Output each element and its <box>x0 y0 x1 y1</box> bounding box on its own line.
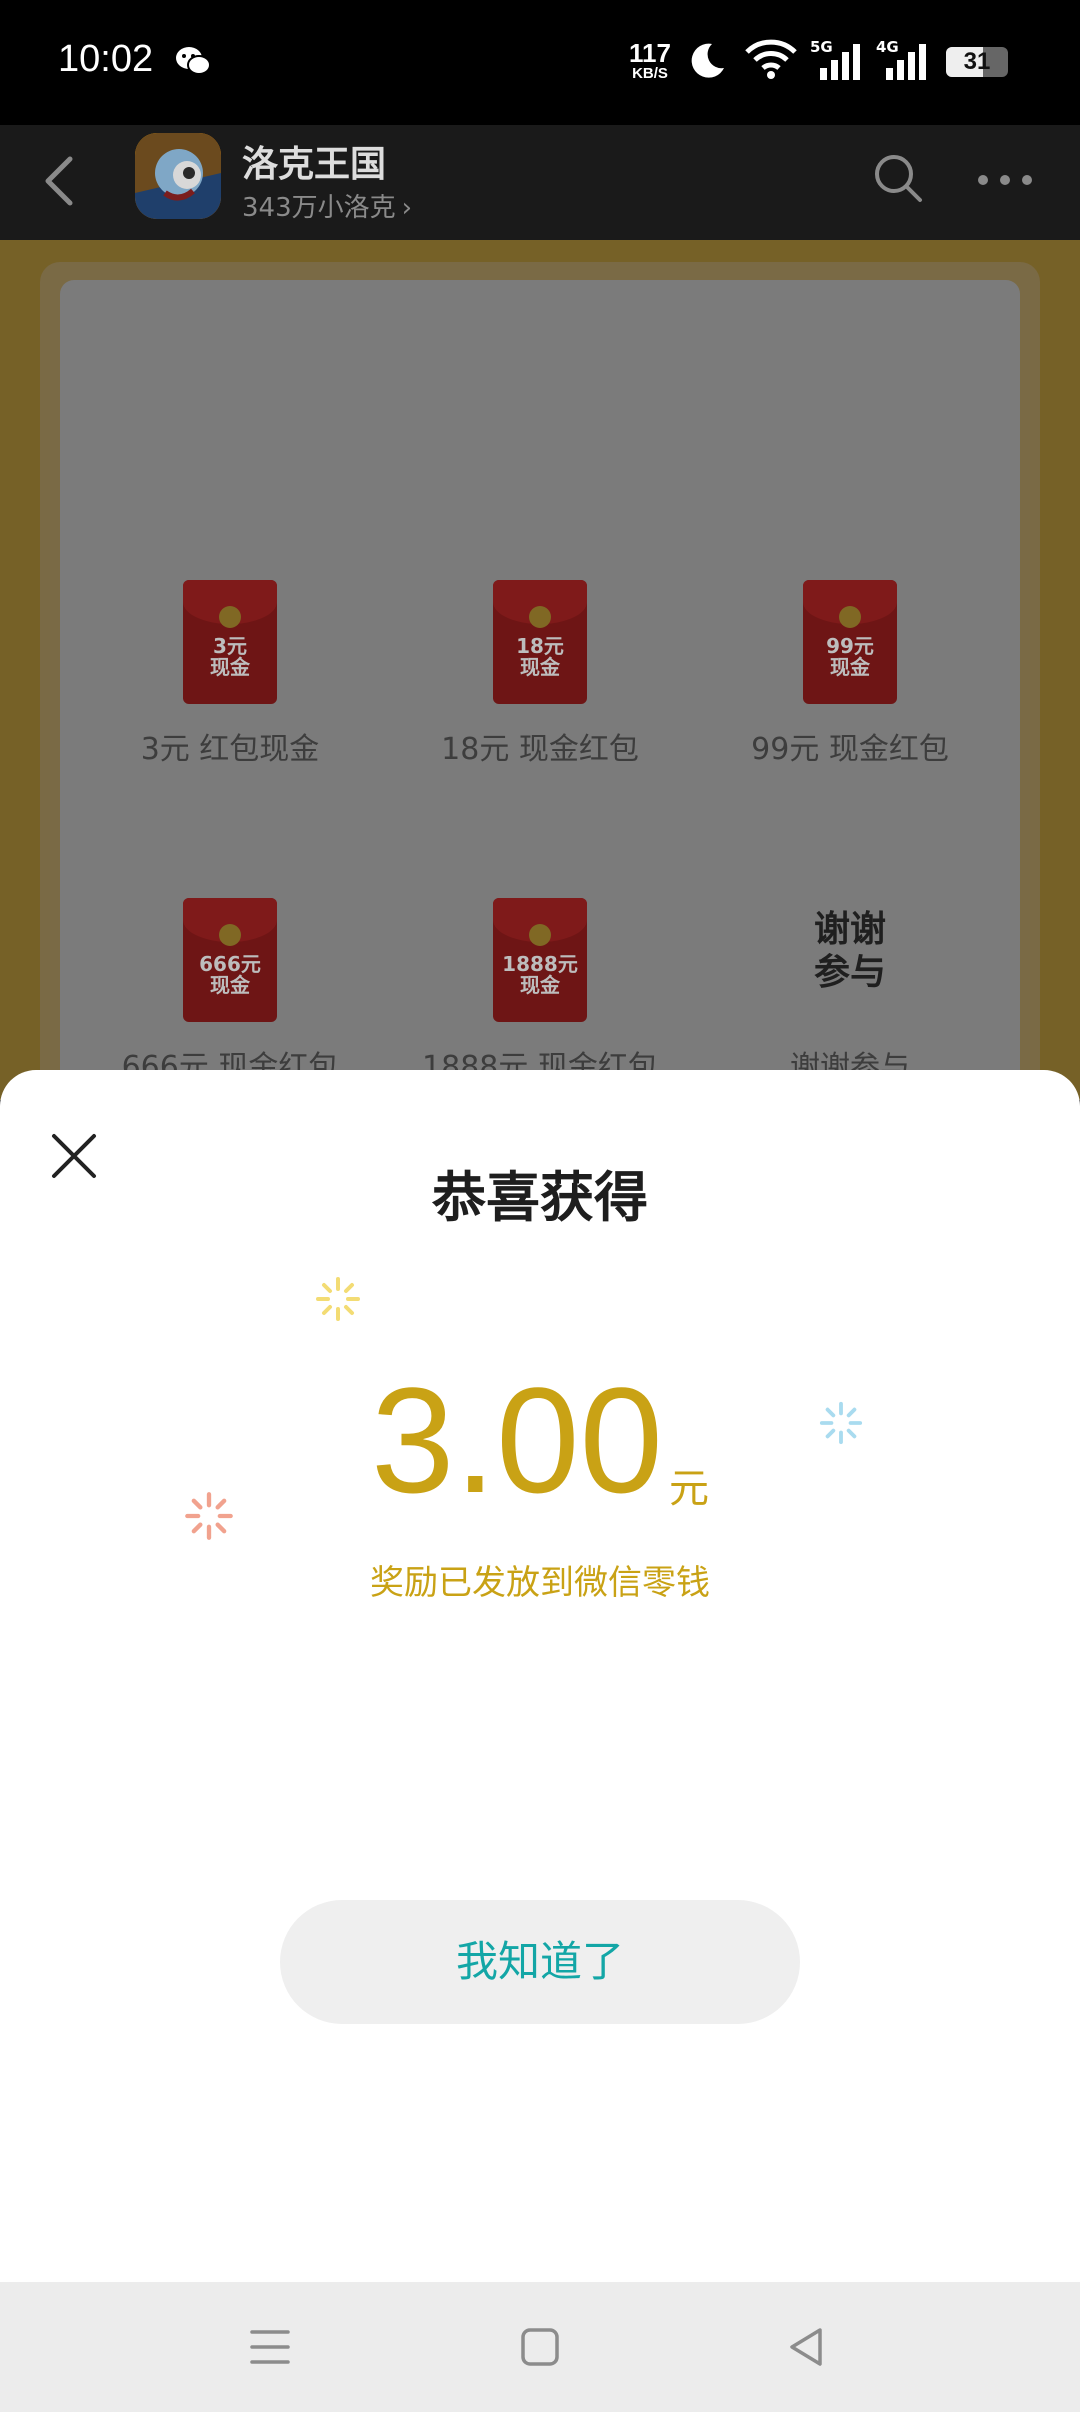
acknowledge-button[interactable]: 我知道了 <box>280 1900 800 2024</box>
more-options-icon[interactable] <box>975 170 1035 190</box>
prize-label: 3元 红包现金 <box>140 732 320 767</box>
menu-icon[interactable] <box>242 2322 298 2372</box>
red-envelope-icon: 1888元 现金 <box>493 898 587 1022</box>
prize-item: 666元 现金 666元 现金红包 <box>110 898 350 1086</box>
do-not-disturb-moon-icon <box>691 43 724 78</box>
prize-item: 3元 现金 3元 红包现金 <box>80 580 380 768</box>
red-envelope-icon: 18元 现金 <box>493 580 587 704</box>
dialog-title: 恭喜获得 <box>432 1166 648 1229</box>
reward-amount: 3.00 元 <box>0 1365 1080 1515</box>
home-icon[interactable] <box>512 2322 568 2372</box>
signal-5g-icon: 5G <box>810 38 866 80</box>
reward-dialog: 恭喜获得 3.00 元 奖励已发放到微信零钱 我知道了 <box>0 1070 1080 2282</box>
system-navigation-bar <box>0 2282 1080 2412</box>
back-arrow-icon[interactable] <box>40 153 80 209</box>
red-envelope-icon: 666元 现金 <box>183 898 277 1022</box>
lottery-background: 3元 现金 3元 红包现金 18元 现金 18元 现金红包 99元 现金 99元… <box>0 240 1080 1110</box>
prize-label: 18元 现金红包 <box>441 732 639 767</box>
wifi-icon <box>745 39 797 79</box>
status-bar: 10:02 117 KB/S 5G 4G 31 <box>0 0 1080 125</box>
wechat-icon <box>176 47 211 75</box>
roco-mascot-icon <box>135 133 221 219</box>
prize-item: 谢谢 参与 谢谢参与 <box>700 898 1000 1086</box>
app-title[interactable]: 洛克王国 <box>242 135 386 187</box>
amount-unit: 元 <box>668 1466 709 1512</box>
chevron-right-icon: › <box>401 193 413 223</box>
clock: 10:02 <box>58 38 154 80</box>
search-icon[interactable] <box>870 150 926 206</box>
prize-label: 99元 现金红包 <box>751 732 949 767</box>
red-envelope-icon: 99元 现金 <box>803 580 897 704</box>
mini-program-header: 洛克王国 343万小洛克 › <box>0 125 1080 240</box>
prize-board: 3元 现金 3元 红包现金 18元 现金 18元 现金红包 99元 现金 99元… <box>40 262 1040 1110</box>
amount-value: 3.00 <box>371 1356 663 1524</box>
red-envelope-icon: 3元 现金 <box>183 580 277 704</box>
prize-item: 99元 现金 99元 现金红包 <box>700 580 1000 768</box>
prize-board-inner: 3元 现金 3元 红包现金 18元 现金 18元 现金红包 99元 现金 99元… <box>60 280 1020 1110</box>
thanks-participation-image: 谢谢 参与 <box>813 909 886 994</box>
app-logo[interactable] <box>135 133 221 219</box>
network-speed: 117 KB/S <box>629 38 671 82</box>
signal-4g-icon: 4G <box>876 38 932 80</box>
prize-item: 1888元 现金 1888元 现金红包 <box>420 898 660 1086</box>
follower-count-link[interactable]: 343万小洛克 › <box>242 187 412 224</box>
sparkle-icon <box>316 1277 360 1321</box>
prize-item: 18元 现金 18元 现金红包 <box>390 580 690 768</box>
reward-note: 奖励已发放到微信零钱 <box>370 1563 710 1603</box>
battery-icon: 31 <box>946 47 1008 77</box>
back-icon[interactable] <box>778 2322 834 2372</box>
